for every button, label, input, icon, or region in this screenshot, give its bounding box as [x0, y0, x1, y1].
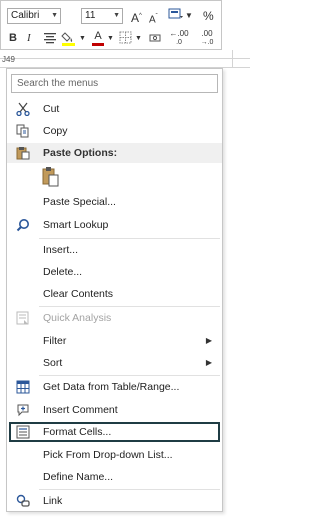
font-size-dropdown[interactable]: 11 ▼	[81, 8, 123, 24]
chevron-down-icon: ▼	[113, 12, 120, 19]
italic-button[interactable]: I	[27, 31, 31, 45]
menu-item-delete[interactable]: Delete...	[7, 261, 222, 283]
menu-item-label: Quick Analysis	[43, 312, 112, 324]
bold-button[interactable]: B	[9, 31, 17, 45]
paste-icon	[42, 167, 59, 187]
menu-item-label: Get Data from Table/Range...	[43, 381, 180, 393]
grow-font-label: A	[131, 11, 140, 25]
highlight-outline	[9, 422, 220, 442]
font-color-bar	[92, 43, 104, 46]
menu-item-label: Pick From Drop-down List...	[43, 449, 173, 461]
accounting-format-button[interactable]	[149, 32, 161, 49]
menu-item-label: Paste Special...	[43, 196, 116, 208]
shrink-font-label: A	[149, 14, 156, 26]
menu-item-label: Insert...	[43, 244, 79, 256]
chevron-down-icon[interactable]: ▼	[135, 32, 142, 46]
menu-item-label: Smart Lookup	[43, 219, 109, 231]
menu-item-define-name[interactable]: Define Name...	[7, 466, 222, 488]
menu-item-label: Cut	[43, 103, 60, 115]
font-name-dropdown[interactable]: Calibri ▼	[7, 8, 61, 24]
menu-item-smart-lookup[interactable]: Smart Lookup	[7, 214, 222, 236]
menu-item-label: Insert Comment	[43, 404, 118, 416]
chevron-down-icon[interactable]: ▼	[79, 32, 86, 46]
number-format-button[interactable]	[167, 7, 185, 26]
menu-item-label: Filter	[43, 335, 67, 347]
menu-item-cut[interactable]: Cut	[7, 98, 222, 120]
menu-item-copy[interactable]: Copy	[7, 120, 222, 142]
menu-item-label: Link	[43, 495, 63, 507]
paste-option-button[interactable]	[39, 166, 61, 188]
menu-item-insert[interactable]: Insert...	[7, 239, 222, 261]
menu-item-sort[interactable]: Sort ▶	[7, 352, 222, 374]
copy-icon	[16, 124, 30, 138]
submenu-arrow-icon: ▶	[205, 358, 212, 367]
quick-analysis-icon	[16, 311, 30, 325]
chevron-down-icon: ▼	[51, 12, 58, 19]
menu-item-label: Copy	[43, 125, 68, 137]
decrease-decimal-label: .00	[201, 29, 213, 38]
paste-options-header: Paste Options:	[7, 143, 222, 163]
menu-item-filter[interactable]: Filter ▶	[7, 330, 222, 352]
borders-button[interactable]	[119, 31, 132, 49]
menu-item-label: Delete...	[43, 266, 83, 278]
decrease-font-size-button[interactable]: Aˇ	[149, 10, 158, 27]
comment-icon	[16, 403, 30, 417]
menu-item-insert-comment[interactable]: Insert Comment	[7, 399, 222, 421]
search-menus-input[interactable]: Search the menus	[11, 74, 218, 93]
search-icon	[16, 218, 30, 232]
paint-bucket-icon	[61, 32, 75, 46]
link-icon	[16, 494, 30, 508]
font-color-letter: A	[94, 30, 102, 42]
chevron-down-icon[interactable]: ▼	[107, 32, 114, 46]
fill-color-button[interactable]	[61, 30, 77, 51]
table-icon	[16, 380, 30, 394]
menu-item-get-data[interactable]: Get Data from Table/Range...	[7, 376, 222, 398]
increase-decimal-button[interactable]: ←.00.0	[169, 30, 189, 47]
decrease-decimal-button[interactable]: .00 →.0	[197, 30, 217, 47]
gridline	[0, 58, 250, 59]
menu-item-clear-contents[interactable]: Clear Contents	[7, 283, 222, 305]
number-format-icon	[168, 8, 183, 19]
increase-decimal-label: ←.00	[169, 29, 189, 38]
worksheet-grid	[0, 50, 250, 68]
menu-item-pick-from-list[interactable]: Pick From Drop-down List...	[7, 444, 222, 466]
font-color-button[interactable]: A	[91, 29, 105, 46]
mini-toolbar: Calibri ▼ 11 ▼ A^ Aˇ ▼ % B I ▼ A ▼ ▼ ←.0…	[0, 0, 222, 50]
align-center-icon	[44, 33, 56, 44]
accounting-icon	[149, 34, 161, 42]
align-center-button[interactable]	[43, 32, 57, 49]
context-menu: Search the menus Cut Copy Paste Options:…	[6, 68, 223, 512]
menu-item-paste-special[interactable]: Paste Special...	[7, 191, 222, 213]
menu-item-label: Clear Contents	[43, 288, 114, 300]
increase-font-size-button[interactable]: A^	[131, 9, 142, 25]
font-size-value: 11	[85, 10, 96, 21]
menu-item-label: Define Name...	[43, 471, 114, 483]
menu-item-label: Sort	[43, 357, 63, 369]
font-name-value: Calibri	[11, 10, 40, 21]
borders-icon	[119, 31, 132, 44]
paste-icon	[16, 146, 30, 163]
chevron-down-icon[interactable]: ▼	[185, 9, 193, 23]
gridline	[232, 50, 233, 68]
cell-reference-label: J49	[2, 55, 15, 64]
percent-style-button[interactable]: %	[203, 9, 214, 23]
scissors-icon	[16, 102, 30, 117]
menu-item-link[interactable]: Link	[7, 490, 222, 512]
paste-options-label: Paste Options:	[43, 147, 118, 159]
submenu-arrow-icon: ▶	[205, 336, 212, 345]
menu-item-quick-analysis: Quick Analysis	[7, 307, 222, 329]
